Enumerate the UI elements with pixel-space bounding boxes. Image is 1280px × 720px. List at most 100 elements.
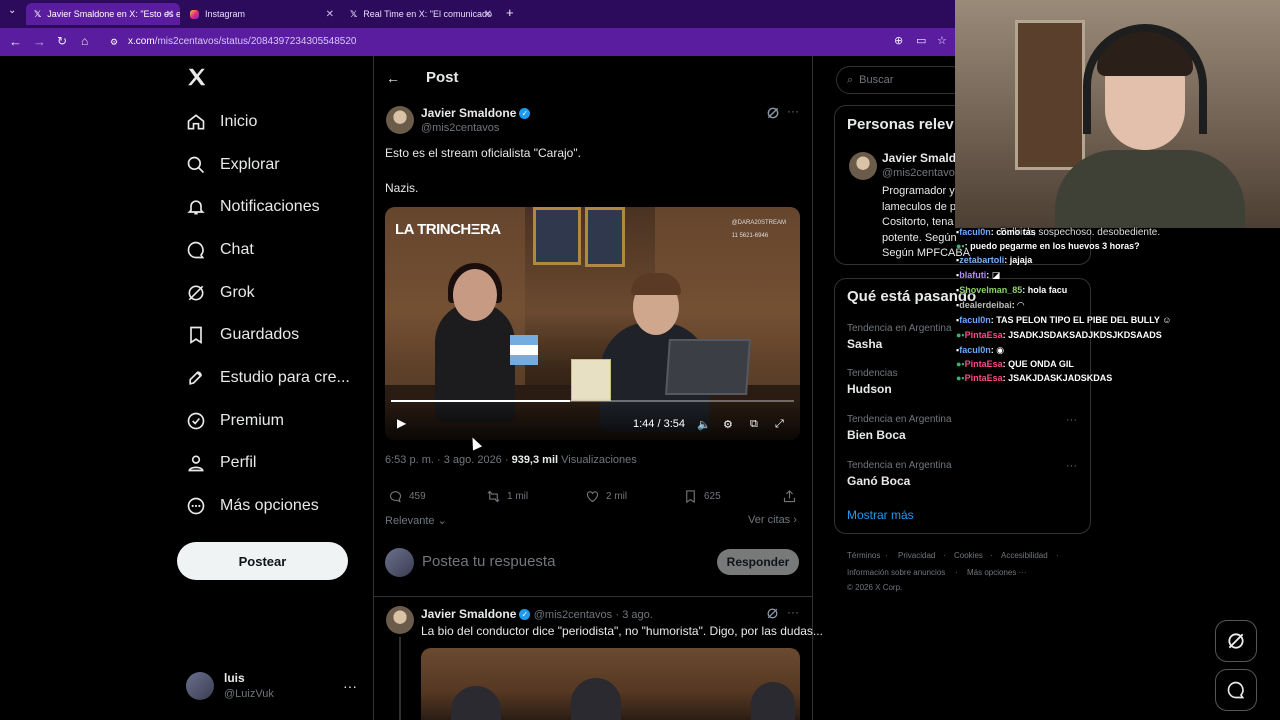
quotes-link[interactable]: Ver citas › <box>748 514 797 526</box>
video-box <box>571 359 611 401</box>
close-icon[interactable]: ✕ <box>326 9 334 20</box>
quotes-label: Ver citas <box>748 514 791 526</box>
sidebar-item-more[interactable]: Más opciones <box>186 491 319 521</box>
avatar[interactable] <box>849 152 877 180</box>
footer-link[interactable]: Más opciones ··· <box>967 568 1027 577</box>
trend-item[interactable]: Sasha <box>847 337 882 351</box>
share-action[interactable] <box>782 489 797 504</box>
reply-input[interactable]: Postea tu respuesta <box>422 553 555 570</box>
author-name[interactable]: Javier Smaldone ✓ <box>421 106 531 120</box>
post-button[interactable]: Postear <box>177 542 348 580</box>
reload-icon[interactable]: ↻ <box>57 34 67 48</box>
trend-item[interactable]: Bien Boca <box>847 428 906 442</box>
x-logo-icon[interactable] <box>186 66 208 88</box>
footer-link[interactable]: Términos <box>847 551 880 560</box>
chat-username: blafuti <box>959 270 987 280</box>
video-logo: LA TRINCHΞRA <box>395 221 501 238</box>
reply-author[interactable]: Javier Smaldone ✓ @mis2centavos · 3 ago. <box>421 607 653 621</box>
video-progress[interactable] <box>391 400 794 402</box>
grok-icon[interactable] <box>766 607 779 625</box>
tab-instagram[interactable]: Instagram ✕ <box>182 3 340 25</box>
repost-action[interactable]: 1 mil <box>486 489 528 504</box>
reply-button[interactable]: Responder <box>717 549 799 575</box>
sidebar-item-explore[interactable]: Explorar <box>186 150 280 180</box>
trend-item[interactable]: Hudson <box>847 382 892 396</box>
zoom-icon[interactable]: ⊕ <box>894 34 903 47</box>
media-person <box>751 682 795 720</box>
relevant-handle[interactable]: @mis2centavo <box>882 167 955 179</box>
url-field[interactable]: ⚙ x.com/mis2centavos/status/208439723430… <box>108 33 888 51</box>
author-handle[interactable]: @mis2centavos <box>421 122 499 134</box>
back-arrow-icon[interactable]: ← <box>386 70 400 86</box>
more-options-icon[interactable]: ··· <box>1066 460 1077 472</box>
sidebar-item-home[interactable]: Inicio <box>186 107 257 137</box>
sidebar-item-profile[interactable]: Perfil <box>186 448 256 478</box>
play-icon[interactable]: ▶ <box>397 416 406 430</box>
fullscreen-icon[interactable]: ⤢ <box>775 418 784 431</box>
forward-icon[interactable]: → <box>33 34 46 49</box>
post-meta: 6:53 p. m. · 3 ago. 2026 · 939,3 mil Vis… <box>385 454 637 466</box>
like-action[interactable]: 2 mil <box>585 489 627 504</box>
thread-line <box>399 637 401 720</box>
trend-item[interactable]: Ganó Boca <box>847 474 910 488</box>
bookmark-icon <box>190 326 202 345</box>
sidebar-item-premium[interactable]: Premium <box>186 406 284 436</box>
close-icon[interactable]: ✕ <box>484 9 492 20</box>
tab-active[interactable]: 𝕏 Javier Smaldone en X: "Esto es e ✕ <box>26 3 180 25</box>
more-options-icon[interactable]: ··· <box>787 104 799 118</box>
volume-icon[interactable]: 🔈 <box>697 418 711 431</box>
reply-action[interactable]: 459 <box>388 489 426 504</box>
tab-label: Javier Smaldone en X: "Esto es e <box>47 9 180 19</box>
sidebar-item-bookmarks[interactable]: Guardados <box>186 320 299 350</box>
tab-real-time[interactable]: 𝕏 Real Time en X: "El comunicado ✕ <box>342 3 498 25</box>
chat-float-button[interactable] <box>1215 669 1257 711</box>
relevant-name[interactable]: Javier Smaldo <box>882 151 963 165</box>
tab-bar: ⌄ 𝕏 Javier Smaldone en X: "Esto es e ✕ I… <box>0 0 955 28</box>
sidebar-item-label: Explorar <box>220 156 280 173</box>
grok-float-button[interactable] <box>1215 620 1257 662</box>
chat-message: ▪facul0n: ◉ <box>956 345 1004 356</box>
avatar[interactable] <box>386 106 414 134</box>
watermark-line: 11 5621-6946 <box>731 233 769 239</box>
reply-icon <box>389 491 402 503</box>
account-handle[interactable]: @LuizVuk <box>224 688 274 700</box>
chat-icon <box>187 241 205 259</box>
streamer-body <box>1055 150 1245 228</box>
grok-icon[interactable] <box>766 106 780 120</box>
settings-icon[interactable]: ⚙ <box>723 418 733 431</box>
video-player[interactable]: LA TRINCHΞRA @DARA20STREAM 11 5621-6946 … <box>385 207 800 440</box>
search-placeholder: Buscar <box>859 74 894 86</box>
back-icon[interactable]: ← <box>9 34 22 49</box>
footer-link[interactable]: Información sobre anuncios <box>847 568 945 577</box>
footer-link[interactable]: Privacidad <box>898 551 935 560</box>
sidebar-item-creator-studio[interactable]: Estudio para cre... <box>186 363 350 393</box>
close-icon[interactable]: ✕ <box>166 9 174 20</box>
tab-list-icon[interactable]: ⌄ <box>8 5 16 16</box>
bookmark-action[interactable]: 625 <box>683 489 721 504</box>
site-info-icon[interactable]: ⚙ <box>110 33 118 51</box>
more-options-icon[interactable]: ··· <box>787 605 799 619</box>
watermark-line: @DARA20STREAM <box>731 220 786 226</box>
sidebar-item-grok[interactable]: Grok <box>186 278 255 308</box>
home-icon[interactable]: ⌂ <box>81 34 88 48</box>
reply-media[interactable] <box>421 648 800 720</box>
cast-icon[interactable]: ▭ <box>916 34 926 47</box>
chevron-down-icon: ⌄ <box>434 515 447 527</box>
avatar[interactable] <box>186 672 214 700</box>
sidebar-item-chat[interactable]: Chat <box>186 235 254 265</box>
pip-icon[interactable]: ⧉ <box>750 418 758 431</box>
sidebar-item-notifications[interactable]: Notificaciones <box>186 192 320 222</box>
reply-sort-dropdown[interactable]: Relevante ⌄ <box>385 514 447 527</box>
avatar[interactable] <box>386 606 414 634</box>
more-options-icon[interactable]: ··· <box>1066 414 1077 426</box>
post-timestamp[interactable]: 6:53 p. m. · 3 ago. 2026 · <box>385 454 512 466</box>
show-more-link[interactable]: Mostrar más <box>847 508 914 522</box>
star-icon[interactable]: ☆ <box>937 34 947 47</box>
sidebar-item-label: Chat <box>220 241 254 258</box>
account-name[interactable]: luis <box>224 671 245 685</box>
account-more-icon[interactable]: ··· <box>343 678 357 694</box>
new-tab-button[interactable]: + <box>506 5 514 20</box>
search-input[interactable]: ⌕ Buscar <box>836 66 966 94</box>
footer-link[interactable]: Cookies <box>954 551 983 560</box>
footer-link[interactable]: Accesibilidad <box>1001 551 1048 560</box>
